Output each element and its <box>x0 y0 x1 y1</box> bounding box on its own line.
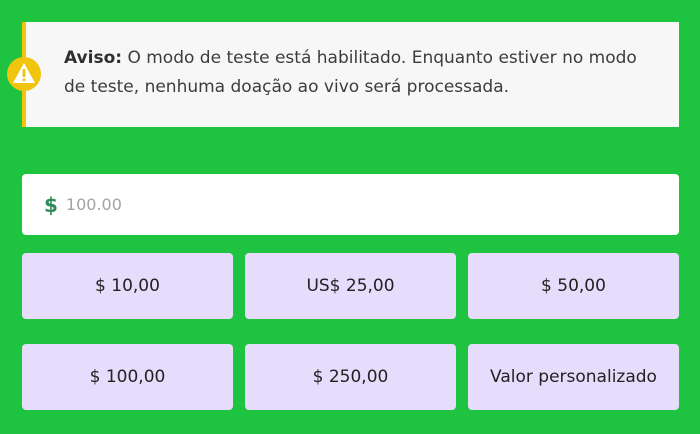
preset-100-button[interactable]: $ 100,00 <box>22 344 233 410</box>
warning-icon <box>7 57 41 91</box>
notice-message: O modo de teste está habilitado. Enquant… <box>64 48 637 97</box>
amount-input[interactable] <box>63 194 628 215</box>
notice-title: Aviso: <box>64 48 123 68</box>
notice-text: Aviso: O modo de teste está habilitado. … <box>64 44 641 102</box>
amount-field[interactable]: $ <box>22 174 679 235</box>
preset-250-button[interactable]: $ 250,00 <box>245 344 456 410</box>
custom-amount-button[interactable]: Valor personalizado <box>468 344 679 410</box>
preset-50-button[interactable]: $ 50,00 <box>468 253 679 319</box>
preset-25-button[interactable]: US$ 25,00 <box>245 253 456 319</box>
test-mode-notice: Aviso: O modo de teste está habilitado. … <box>22 22 679 127</box>
currency-symbol: $ <box>44 192 58 217</box>
preset-10-button[interactable]: $ 10,00 <box>22 253 233 319</box>
